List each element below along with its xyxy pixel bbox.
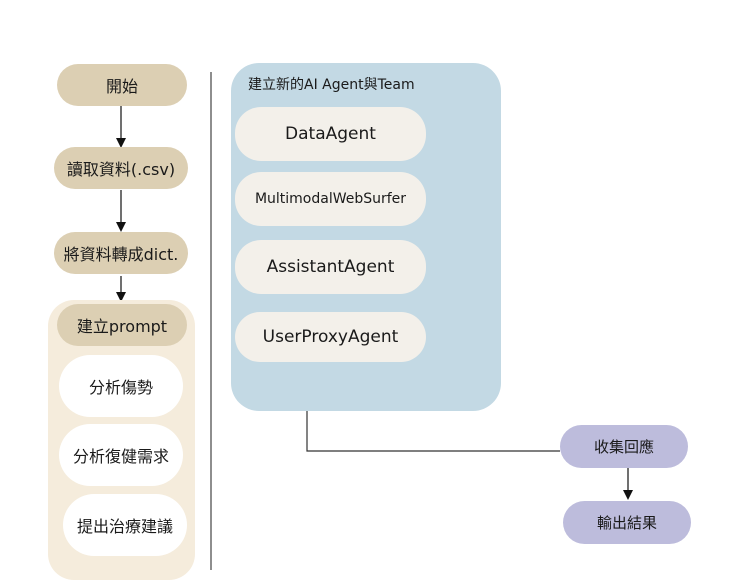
output-node: 輸出結果: [563, 501, 691, 544]
read-data-node: 讀取資料(.csv): [54, 147, 188, 189]
output-label: 輸出結果: [596, 514, 657, 532]
agent-label: AssistantAgent: [266, 257, 395, 277]
start-label: 開始: [105, 77, 138, 96]
agent-label: MultimodalWebSurfer: [254, 191, 407, 207]
agent-label: DataAgent: [285, 124, 376, 144]
agent-node: UserProxyAgent: [235, 312, 426, 362]
prompt-item: 分析傷勢: [59, 355, 183, 417]
prompt-item-label: 提出治療建議: [76, 517, 173, 536]
to-dict-node: 將資料轉成dict.: [54, 232, 188, 274]
to-dict-label: 將資料轉成dict.: [63, 245, 179, 264]
agent-label: UserProxyAgent: [262, 327, 399, 347]
collect-node: 收集回應: [560, 425, 688, 468]
collect-label: 收集回應: [593, 438, 654, 456]
start-node: 開始: [57, 64, 187, 106]
prompt-item-label: 分析傷勢: [88, 378, 153, 397]
agent-node: MultimodalWebSurfer: [235, 172, 426, 226]
build-prompt-label: 建立prompt: [76, 317, 168, 336]
prompt-item: 分析復健需求: [59, 424, 183, 486]
prompt-item: 提出治療建議: [63, 494, 187, 556]
agent-panel-title: 建立新的AI Agent與Team: [248, 77, 415, 93]
prompt-item-label: 分析復健需求: [72, 447, 169, 466]
agent-node: AssistantAgent: [235, 240, 426, 294]
read-data-label: 讀取資料(.csv): [66, 160, 176, 179]
build-prompt-node: 建立prompt: [57, 304, 187, 346]
agent-node: DataAgent: [235, 107, 426, 161]
